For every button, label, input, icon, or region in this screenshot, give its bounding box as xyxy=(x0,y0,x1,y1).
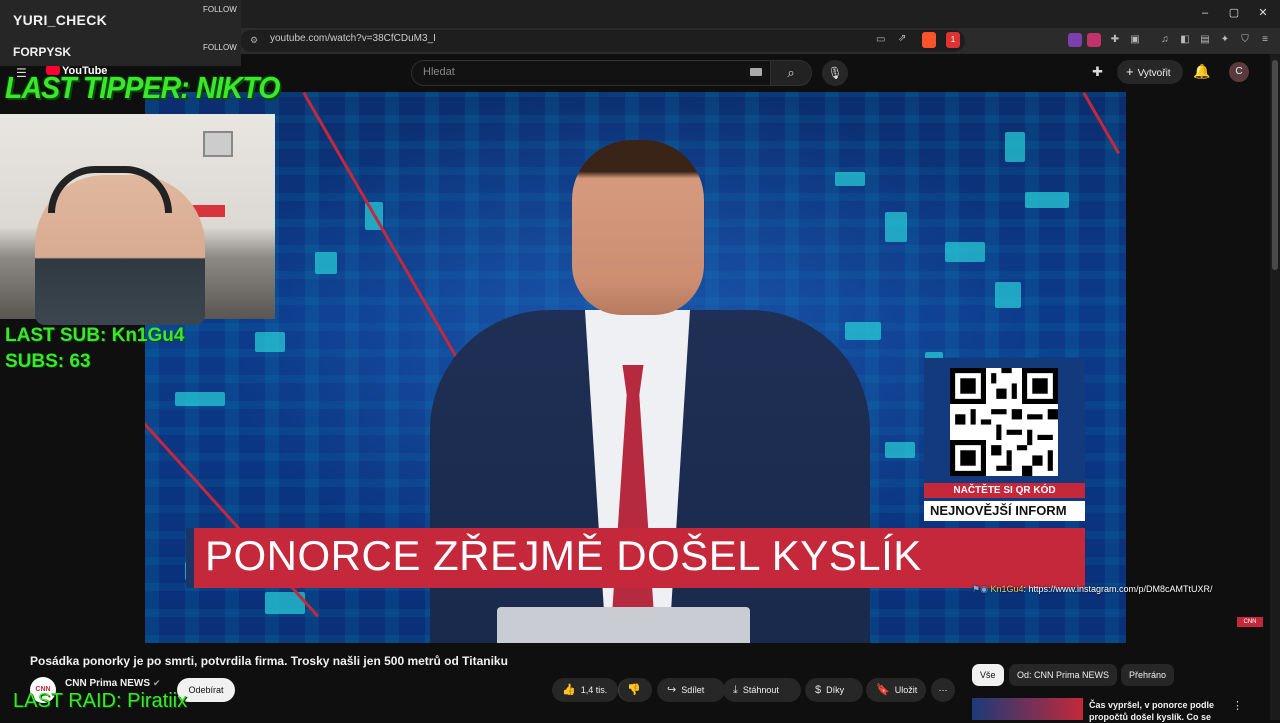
chip-watched[interactable]: Přehráno xyxy=(1121,664,1175,686)
qr-code xyxy=(950,368,1058,476)
save-label: Uložit xyxy=(894,685,918,695)
dislike-button[interactable]: 👎 xyxy=(618,678,652,702)
share-label: Sdílet xyxy=(681,685,705,695)
subs-count-label: SUBS: 63 xyxy=(5,351,91,372)
account-avatar[interactable]: C xyxy=(1229,62,1249,82)
like-count: 1,4 tis. xyxy=(580,685,608,695)
brave-rewards-icon[interactable]: 1 xyxy=(946,32,960,48)
create-label: Vytvořit xyxy=(1137,68,1171,79)
keyboard-icon[interactable] xyxy=(750,68,762,76)
minimize-icon[interactable]: – xyxy=(1198,6,1212,20)
bookmark-icon: 🔖 xyxy=(876,684,890,696)
cast-icon[interactable]: ▭ xyxy=(876,34,885,45)
search-button[interactable]: ⌕ xyxy=(770,60,812,86)
recommended-video-title[interactable]: Čas vypršel, v ponorce podle propočtů do… xyxy=(1089,699,1219,723)
thanks-button[interactable]: $ Díky xyxy=(805,678,863,702)
dollar-heart-icon: $ xyxy=(815,684,822,696)
download-icon: ⤓ xyxy=(733,684,738,696)
last-raid-label: LAST RAID: Piratiix xyxy=(13,690,188,712)
maximize-icon[interactable]: ▢ xyxy=(1227,6,1241,20)
chat-overlay-line: ⚑◉ Kn1Gu4: https://www.instagram.com/p/D… xyxy=(972,584,1213,595)
tab-search-icon[interactable]: ▣ xyxy=(1128,33,1142,47)
chat-username: Kn1Gu4 xyxy=(990,584,1024,594)
search-placeholder: Hledat xyxy=(423,66,455,78)
more-actions-button[interactable]: ⋯ xyxy=(931,678,955,702)
media-control-icon[interactable]: ♫ xyxy=(1158,33,1172,47)
verified-check-icon: ✔ xyxy=(153,678,161,688)
plus-icon: + xyxy=(1126,64,1134,79)
follower-name: FORPYSK xyxy=(13,45,72,59)
create-button[interactable]: + Vytvořit xyxy=(1117,60,1183,84)
recommended-video-thumbnail[interactable] xyxy=(972,698,1083,720)
video-title: Posádka ponorky je po smrti, potvrdila f… xyxy=(30,654,508,668)
notifications-bell-icon[interactable]: 🔔 xyxy=(1193,63,1210,80)
search-icon: ⌕ xyxy=(787,65,795,80)
chat-badge-icon: ⚑◉ xyxy=(972,584,988,594)
channel-watermark: CNN xyxy=(1237,617,1263,627)
qr-news-label: NEJNOVĚJŠÍ INFORM xyxy=(924,501,1085,521)
save-button[interactable]: 🔖 Uložit xyxy=(866,678,926,702)
channel-name[interactable]: CNN Prima NEWS xyxy=(65,678,150,689)
news-anchor-head xyxy=(572,140,704,315)
close-icon[interactable]: ✕ xyxy=(1256,6,1270,20)
brave-shields-icon[interactable] xyxy=(922,32,936,48)
scrollbar-thumb[interactable] xyxy=(1272,60,1278,270)
share-icon: ↪ xyxy=(667,684,677,696)
site-settings-icon[interactable]: ⚙ xyxy=(250,35,258,46)
chat-message: : https://www.instagram.com/p/DM8cAMTtUX… xyxy=(1023,584,1213,594)
follower-name: YURI_CHECK xyxy=(13,12,108,28)
voice-search-button[interactable]: 🎙 xyxy=(822,60,848,86)
chip-all[interactable]: Vše xyxy=(972,664,1004,686)
extensions-puzzle-icon[interactable]: ✚ xyxy=(1108,33,1122,47)
webcam-wall-picture xyxy=(203,131,233,157)
follow-label: FOLLOW xyxy=(203,5,237,14)
vpn-shield-icon[interactable]: ⛉ xyxy=(1238,33,1252,47)
download-button[interactable]: ⤓ Stáhnout xyxy=(723,678,801,702)
qr-call-to-action: NAČTĚTE SI QR KÓD xyxy=(924,483,1085,498)
leo-ai-icon[interactable]: ✦ xyxy=(1218,33,1232,47)
extension-puzzle-icon[interactable]: ✚ xyxy=(1092,64,1103,80)
follow-label: FOLLOW xyxy=(203,43,237,52)
search-input[interactable] xyxy=(411,60,773,86)
microphone-icon: 🎙 xyxy=(827,66,843,80)
wallet-icon[interactable]: ▤ xyxy=(1198,33,1212,47)
extension-icon[interactable] xyxy=(1087,33,1101,47)
thumbs-down-icon: 👎 xyxy=(627,684,641,696)
news-headline: PONORCE ZŘEJMĚ DOŠEL KYSLÍK xyxy=(205,532,922,579)
share-page-icon[interactable]: ⇗ xyxy=(898,33,906,44)
chip-from-channel[interactable]: Od: CNN Prima NEWS xyxy=(1009,664,1118,686)
last-tipper-label: LAST TIPPER: NIKTO xyxy=(5,70,280,105)
kebab-menu-icon[interactable]: ⋮ xyxy=(1232,699,1243,712)
browser-menu-icon[interactable]: ≡ xyxy=(1258,33,1272,47)
thumbs-up-icon: 👍 xyxy=(562,684,576,696)
anchor-laptop xyxy=(497,607,750,643)
thanks-label: Díky xyxy=(826,685,845,695)
download-label: Stáhnout xyxy=(742,685,779,695)
extension-icon[interactable] xyxy=(1068,33,1082,47)
address-bar-url[interactable]: youtube.com/watch?v=38CfCDuM3_I xyxy=(270,33,436,44)
share-button[interactable]: ↪ Sdílet xyxy=(657,678,725,702)
sidebar-toggle-icon[interactable]: ◧ xyxy=(1178,33,1192,47)
like-button[interactable]: 👍 1,4 tis. xyxy=(552,678,618,702)
news-headline-edge xyxy=(186,528,194,588)
last-sub-label: LAST SUB: Kn1Gu4 xyxy=(5,325,185,346)
